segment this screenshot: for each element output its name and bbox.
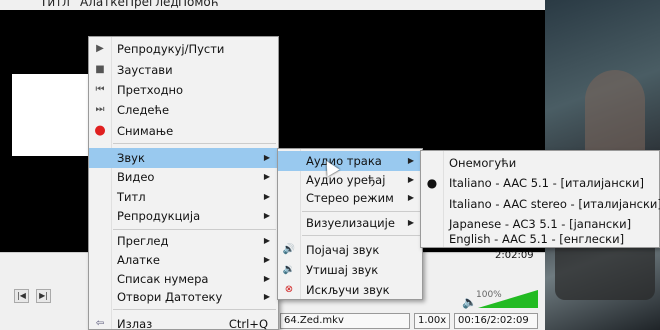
menu-item-mute[interactable]: ⊗ Искључи звук	[278, 280, 422, 300]
submenu-arrow-icon: ▶	[407, 175, 414, 184]
menu-item-label: Аудио трака	[306, 154, 382, 168]
menu-item-next[interactable]: ⏭ Следеће	[89, 100, 278, 120]
menu-item-tools[interactable]: Алатке ▶	[89, 250, 278, 270]
menu-item-label: Italiano - AAC stereo - [италијански]	[449, 197, 660, 211]
menu-item-label: Аудио уређај	[306, 173, 386, 187]
submenu-arrow-icon: ▶	[407, 156, 414, 165]
menu-item-track-disable[interactable]: Онемогући	[421, 153, 659, 173]
menu-help[interactable]: Помоћ	[178, 0, 219, 9]
menu-item-label: Онемогући	[449, 156, 517, 170]
menu-item-label: Излаз	[117, 317, 153, 330]
menu-item-subtitle[interactable]: Титл ▶	[89, 187, 278, 207]
speaker-icon[interactable]: 🔈	[462, 295, 477, 309]
submenu-arrow-icon: ▶	[263, 192, 270, 201]
volume-fill	[478, 290, 538, 308]
menu-item-label: Снимање	[117, 124, 174, 138]
menu-item-play[interactable]: ▶ Репродукуј/Пусти	[89, 39, 278, 59]
volume-slider[interactable]	[478, 290, 538, 308]
menu-item-label: English - AAC 5.1 - [енглески]	[449, 232, 625, 246]
next-icon: ⏭	[95, 104, 105, 115]
menu-item-track-italiano-stereo[interactable]: Italiano - AAC stereo - [италијански]	[421, 194, 660, 214]
menu-separator	[302, 211, 420, 212]
menu-item-volume-down[interactable]: 🔉 Утишај звук	[278, 260, 422, 280]
selected-radio-icon: ●	[426, 176, 438, 190]
menu-item-previous[interactable]: ⏮ Претходно	[89, 80, 278, 100]
record-icon: ●	[94, 123, 106, 138]
submenu-arrow-icon: ▶	[263, 211, 270, 220]
exit-icon: ⇦	[95, 318, 105, 329]
mute-icon: ⊗	[284, 284, 294, 295]
menu-item-label: Визуелизације	[306, 216, 395, 230]
duration-label: 2:02:09	[495, 250, 534, 261]
menu-item-label: Отвори Датотеку	[117, 290, 223, 304]
menu-item-volume-up[interactable]: 🔊 Појачај звук	[278, 240, 422, 260]
menu-item-audio[interactable]: Звук ▶	[89, 148, 278, 168]
status-filename: 64.Zed.mkv	[280, 313, 410, 329]
menu-item-view[interactable]: Преглед ▶	[89, 231, 278, 251]
menu-shortcut: Ctrl+Q	[228, 317, 268, 330]
menu-item-label: Титл	[117, 190, 146, 204]
submenu-arrow-icon: ▶	[263, 292, 270, 301]
menu-separator	[113, 143, 276, 144]
menu-separator	[113, 229, 276, 230]
submenu-arrow-icon: ▶	[263, 255, 270, 264]
menu-item-label: Стерео режим	[306, 191, 394, 205]
context-menu: ▶ Репродукуј/Пусти ■ Заустави ⏮ Претходн…	[88, 36, 279, 330]
submenu-arrow-icon: ▶	[263, 172, 270, 181]
stop-icon: ■	[95, 64, 105, 75]
menu-item-playback[interactable]: Репродукција ▶	[89, 206, 278, 226]
submenu-arrow-icon: ▶	[407, 193, 414, 202]
audio-submenu: Аудио трака ▶ Аудио уређај ▶ Стерео режи…	[277, 148, 423, 300]
menu-separator	[113, 309, 276, 310]
menu-item-exit[interactable]: ⇦ Излаз Ctrl+Q	[89, 314, 278, 330]
previous-icon: ⏮	[95, 84, 105, 95]
menu-item-label: Видео	[117, 170, 155, 184]
menu-item-label: Italiano - AAC 5.1 - [италијански]	[449, 176, 644, 190]
menu-separator	[302, 235, 420, 236]
menu-title[interactable]: Титл	[40, 0, 70, 9]
menu-item-label: Звук	[117, 151, 145, 165]
audio-track-submenu: Онемогући ● Italiano - AAC 5.1 - [италиј…	[420, 150, 660, 248]
menu-tools[interactable]: Алатке	[80, 0, 125, 9]
volume-up-icon: 🔊	[282, 244, 296, 255]
menu-item-label: Утишај звук	[306, 263, 379, 277]
status-time: 00:16/2:02:09	[454, 313, 538, 329]
menu-item-record[interactable]: ● Снимање	[89, 121, 278, 141]
menu-item-stop[interactable]: ■ Заустави	[89, 60, 278, 80]
submenu-arrow-icon: ▶	[263, 274, 270, 283]
menu-item-track-english[interactable]: English - AAC 5.1 - [енглески]	[421, 229, 659, 249]
volume-down-icon: 🔉	[282, 264, 296, 275]
menu-item-label: Репродукција	[117, 209, 201, 223]
menu-item-track-italiano-51[interactable]: ● Italiano - AAC 5.1 - [италијански]	[421, 173, 659, 193]
video-frame-white	[12, 74, 90, 156]
menu-item-label: Заустави	[117, 63, 173, 77]
play-icon: ▶	[96, 43, 104, 54]
menu-item-label: Појачај звук	[306, 243, 380, 257]
submenu-arrow-icon: ▶	[263, 236, 270, 245]
menu-item-label: Искључи звук	[306, 283, 390, 297]
menu-item-label: Следеће	[117, 103, 170, 117]
menu-view[interactable]: Преглед	[125, 0, 179, 9]
submenu-arrow-icon: ▶	[407, 218, 414, 227]
menu-item-video[interactable]: Видео ▶	[89, 167, 278, 187]
menu-item-audio-device[interactable]: Аудио уређај ▶	[278, 170, 422, 190]
menu-item-label: Алатке	[117, 253, 160, 267]
menu-item-audio-track[interactable]: Аудио трака ▶	[278, 151, 422, 171]
skip-forward-button[interactable]: ▶|	[36, 289, 51, 303]
menu-item-label: Списак нумера	[117, 272, 209, 286]
submenu-arrow-icon: ▶	[263, 153, 270, 162]
menu-item-stereo-mode[interactable]: Стерео режим ▶	[278, 188, 422, 208]
menu-item-visualizations[interactable]: Визуелизације ▶	[278, 213, 422, 233]
menu-item-open-file[interactable]: Отвори Датотеку ▶	[89, 287, 278, 307]
status-speed: 1.00x	[414, 313, 450, 329]
menu-item-label: Репродукуј/Пусти	[117, 42, 225, 56]
menu-item-playlist[interactable]: Списак нумера ▶	[89, 269, 278, 289]
menu-item-label: Преглед	[117, 234, 169, 248]
skip-back-button[interactable]: |◀	[14, 289, 29, 303]
menu-item-label: Претходно	[117, 83, 184, 97]
menubar: Титл Алатке Преглед Помоћ	[0, 0, 545, 10]
